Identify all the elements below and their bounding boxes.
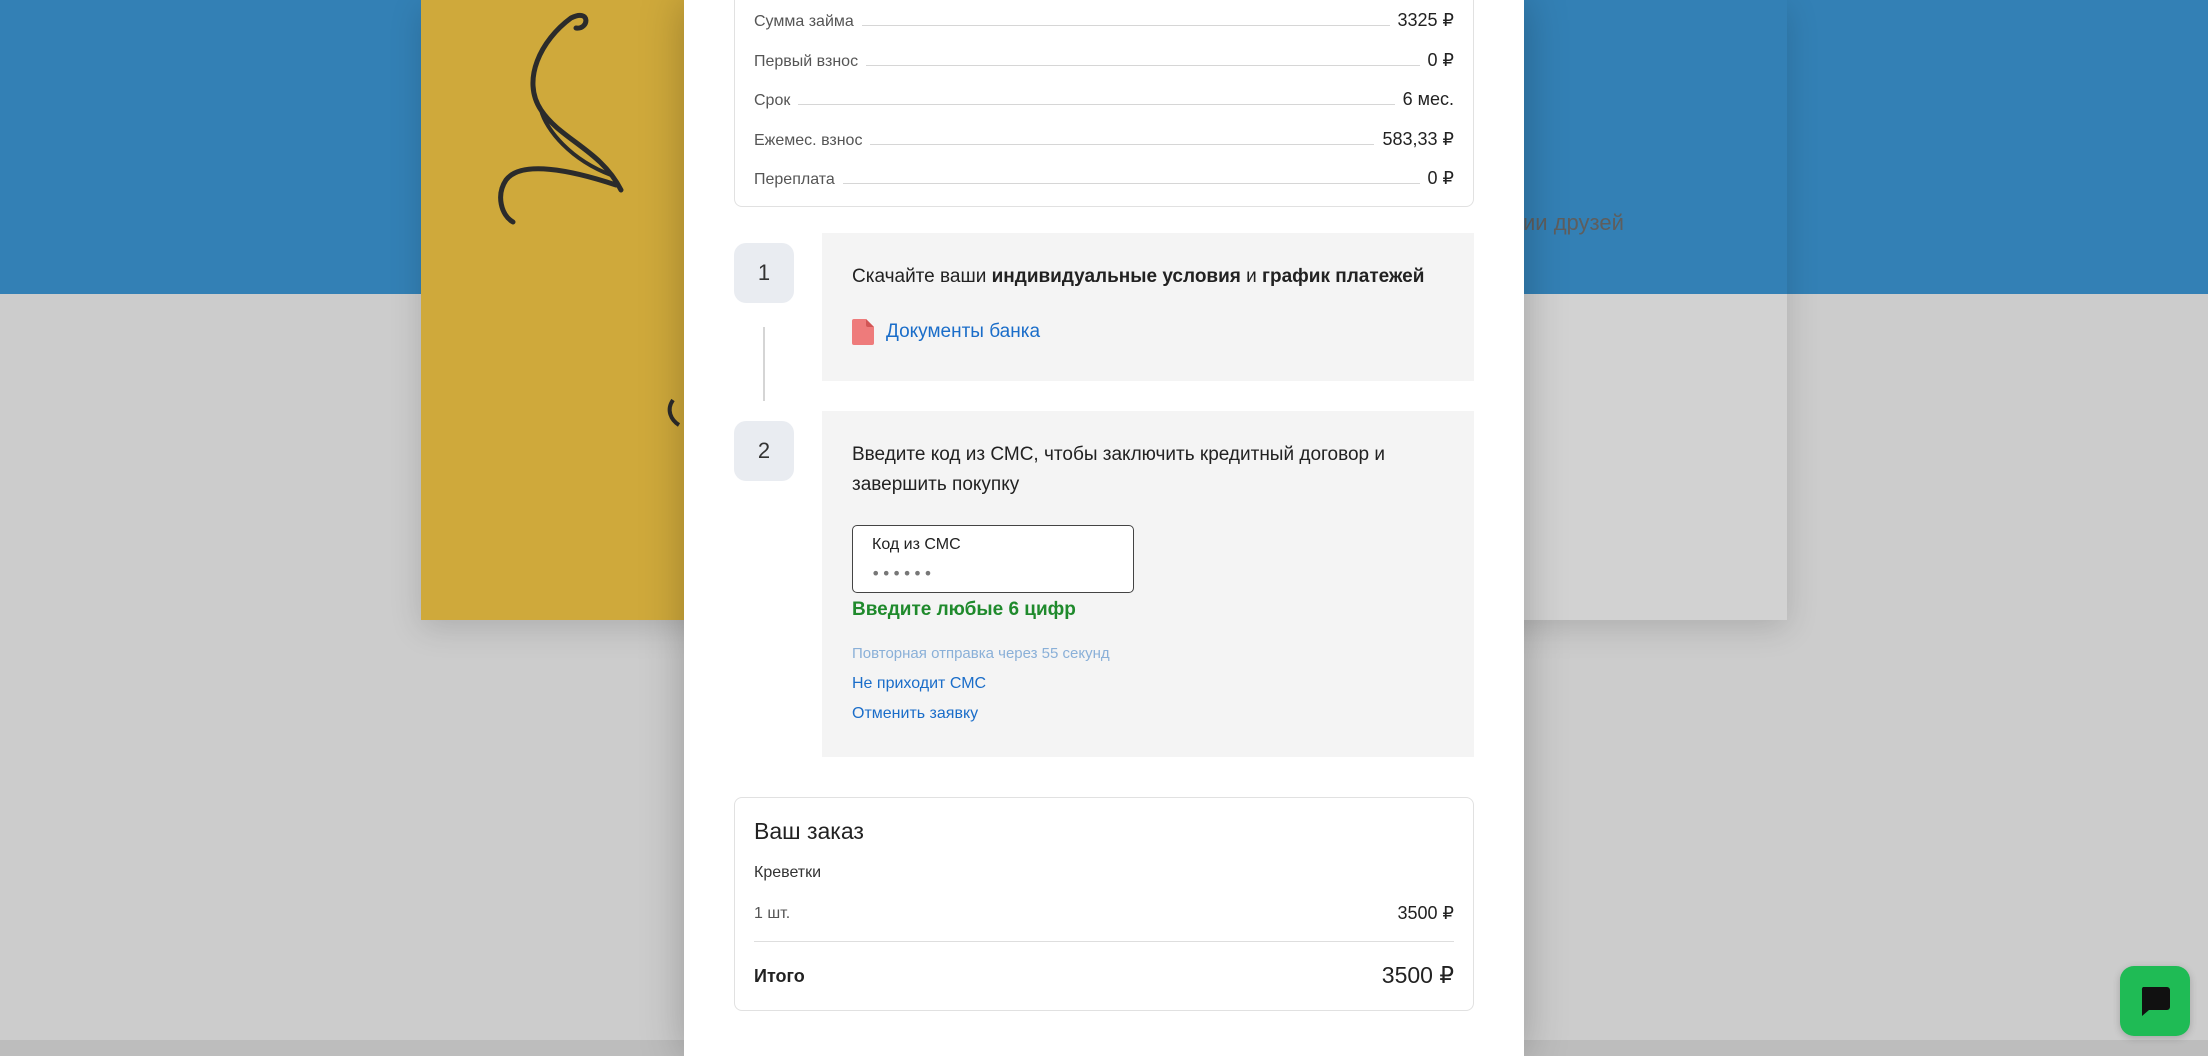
step-1-panel: Скачайте ваши индивидуальные условия и г… <box>822 233 1474 381</box>
summary-label: Срок <box>754 92 791 109</box>
step-2-badge: 2 <box>734 421 794 481</box>
order-total-value: 3500 ₽ <box>1381 962 1454 988</box>
product-illustration <box>498 13 681 427</box>
order-summary-card: Ваш заказ Креветки 1 шт. 3500 ₽ Итого 35… <box>734 797 1474 1011</box>
background-text: ии друзей <box>1523 210 1624 235</box>
dotted-leader <box>861 25 1390 26</box>
summary-value: 583,33 ₽ <box>1382 129 1454 149</box>
step-1-text-part: Скачайте ваши <box>852 266 992 287</box>
sms-code-field[interactable]: Код из СМС <box>852 525 1134 593</box>
summary-label: Ежемес. взнос <box>754 132 863 149</box>
dotted-leader <box>842 183 1420 184</box>
dotted-leader <box>798 104 1395 105</box>
step-1-text: Скачайте ваши индивидуальные условия и г… <box>852 262 1424 292</box>
summary-value: 0 ₽ <box>1427 50 1454 70</box>
step-connector-line <box>763 327 765 401</box>
chat-bubble-icon <box>2141 987 2170 1016</box>
summary-label: Сумма займа <box>754 13 854 30</box>
order-item-price: 3500 ₽ <box>1397 903 1455 923</box>
step-1-text-bold: график платежей <box>1262 266 1425 287</box>
order-total-label: Итого <box>754 966 805 986</box>
summary-row-monthly-payment: Ежемес. взнос 583,33 ₽ <box>754 126 1454 150</box>
sms-code-input[interactable] <box>871 562 1111 584</box>
summary-value: 0 ₽ <box>1427 168 1454 188</box>
step-2-panel: Введите код из СМС, чтобы заключить кред… <box>822 411 1474 757</box>
chat-button[interactable] <box>2120 966 2190 1036</box>
summary-label: Первый взнос <box>754 53 859 70</box>
document-icon <box>852 319 874 345</box>
resend-timer: Повторная отправка через 55 секунд <box>852 645 1110 662</box>
summary-value: 6 мес. <box>1402 89 1454 109</box>
summary-row-overpayment: Переплата 0 ₽ <box>754 165 1454 189</box>
dotted-leader <box>866 65 1420 66</box>
order-divider <box>754 941 1454 942</box>
credit-modal: Сумма займа 3325 ₽ Первый взнос 0 ₽ Срок… <box>684 0 1524 1056</box>
product-image <box>421 0 684 620</box>
summary-value: 3325 ₽ <box>1397 10 1455 30</box>
step-2-text: Введите код из СМС, чтобы заключить кред… <box>852 444 1385 495</box>
summary-row-term: Срок 6 мес. <box>754 86 1454 110</box>
bank-documents-label[interactable]: Документы банка <box>886 321 1040 343</box>
step-1-text-bold: индивидуальные условия <box>991 266 1241 287</box>
dotted-leader <box>870 144 1375 145</box>
summary-row-down-payment: Первый взнос 0 ₽ <box>754 47 1454 71</box>
sms-code-label: Код из СМС <box>872 536 961 553</box>
bank-documents-link[interactable]: Документы банка <box>852 319 1040 345</box>
step-1-badge: 1 <box>734 243 794 303</box>
sms-hint: Введите любые 6 цифр <box>852 599 1076 620</box>
no-sms-link[interactable]: Не приходит СМС <box>852 675 986 693</box>
loan-summary-card: Сумма займа 3325 ₽ Первый взнос 0 ₽ Срок… <box>734 0 1474 207</box>
summary-label: Переплата <box>754 171 835 188</box>
summary-row-loan-amount: Сумма займа 3325 ₽ <box>754 7 1454 31</box>
cancel-application-link[interactable]: Отменить заявку <box>852 705 978 723</box>
order-item-name: Креветки <box>754 864 822 881</box>
step-1-text-part: и <box>1240 266 1263 287</box>
order-title: Ваш заказ <box>754 818 864 844</box>
order-item-quantity: 1 шт. <box>754 905 791 922</box>
